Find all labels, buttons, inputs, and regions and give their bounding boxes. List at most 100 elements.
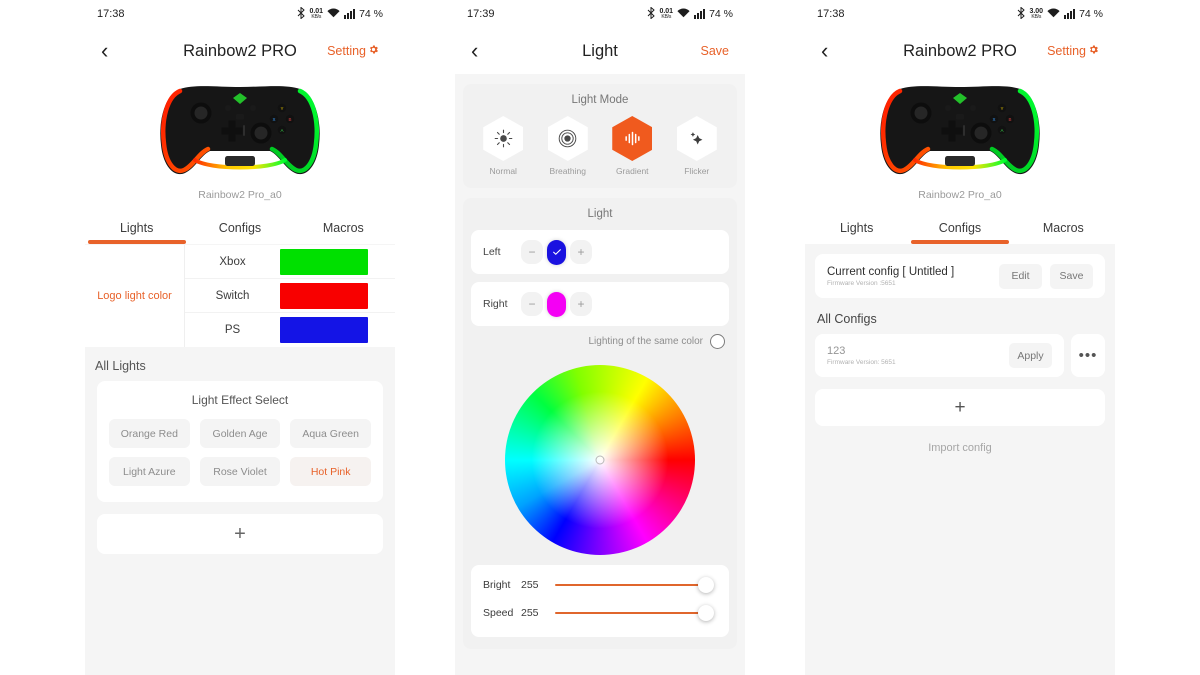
gear-icon (1088, 44, 1099, 58)
tab-lights[interactable]: Lights (85, 211, 188, 244)
mode-normal[interactable]: Normal (476, 116, 530, 176)
mode-breathing[interactable]: Breathing (541, 116, 595, 176)
screenshot-root: 17:38 0.01 KB/s 74 % ‹ Rainbow2 PRO Setti… (0, 0, 1200, 675)
color-swatch-xbox[interactable] (280, 248, 368, 275)
tab-configs[interactable]: Configs (188, 211, 291, 244)
tab-macros[interactable]: Macros (1012, 211, 1115, 244)
sparkles-icon (676, 116, 717, 161)
device-name: Rainbow2 Pro_a0 (198, 189, 282, 201)
setting-button[interactable]: Setting (1047, 44, 1099, 58)
light-mode-group: Light Mode Normal Breathing Gradient Fli… (463, 84, 737, 188)
tab-bar: Lights Configs Macros (85, 211, 395, 244)
channel-right-label: Right (483, 298, 508, 310)
config-firmware: Firmware Version: 5651 (827, 359, 896, 366)
same-color-label: Lighting of the same color (588, 336, 703, 347)
status-icons: 3.00 KB/s 74 % (1017, 5, 1103, 22)
left-minus-button[interactable]: − (521, 240, 543, 264)
color-wheel[interactable] (505, 365, 695, 555)
right-minus-button[interactable]: − (521, 292, 543, 316)
bright-slider-knob[interactable] (698, 577, 714, 593)
nav-bar: ‹ Light Save (455, 28, 745, 74)
color-swatch-switch[interactable] (280, 282, 368, 309)
wifi-icon (1047, 8, 1060, 21)
edit-button[interactable]: Edit (999, 263, 1042, 289)
import-config-link[interactable]: Import config (805, 442, 1115, 454)
mode-flicker-label: Flicker (684, 166, 710, 176)
wifi-icon (327, 8, 340, 21)
bright-slider-track[interactable] (555, 577, 714, 593)
setting-label: Setting (1047, 44, 1086, 58)
bluetooth-icon (647, 5, 656, 22)
right-color-pill[interactable] (547, 291, 566, 317)
svg-text:B: B (288, 117, 291, 122)
effect-chip-orange-red[interactable]: Orange Red (109, 419, 190, 448)
effect-chip-hot-pink[interactable]: Hot Pink (290, 457, 371, 486)
back-button[interactable]: ‹ (101, 40, 108, 62)
setting-label: Setting (327, 44, 366, 58)
list-item[interactable]: 123 Firmware Version: 5651 Apply (815, 334, 1064, 377)
svg-text:B: B (1008, 117, 1011, 122)
signal-icon (694, 9, 706, 19)
speed-value: 255 (521, 607, 539, 619)
speed-slider-knob[interactable] (698, 605, 714, 621)
device-header: Y X B A Rainbow2 Pro_a0 (805, 74, 1115, 211)
add-config-button[interactable]: + (815, 389, 1105, 426)
battery-icon: 74 % (709, 8, 733, 20)
sun-icon (483, 116, 524, 161)
back-button[interactable]: ‹ (821, 40, 828, 62)
bright-label: Bright (483, 579, 511, 591)
bright-value: 255 (521, 579, 539, 591)
add-light-button[interactable]: + (97, 514, 383, 554)
tab-configs-label: Configs (938, 220, 982, 235)
current-config-firmware: Firmware Version :5651 (827, 279, 896, 287)
effect-chip-light-azure[interactable]: Light Azure (109, 457, 190, 486)
effect-chip-rose-violet[interactable]: Rose Violet (199, 457, 281, 486)
left-plus-button[interactable]: + (570, 240, 592, 264)
tab-configs[interactable]: Configs (908, 211, 1011, 244)
setting-button[interactable]: Setting (327, 44, 379, 58)
color-swatch-ps[interactable] (280, 317, 368, 343)
save-button[interactable]: Save (1050, 263, 1093, 289)
mode-gradient[interactable]: Gradient (605, 116, 659, 176)
tab-macros[interactable]: Macros (292, 211, 395, 244)
mode-flicker[interactable]: Flicker (670, 116, 724, 176)
slider-card: Bright 255 Speed 255 (471, 565, 729, 637)
status-bar: 17:38 3.00 KB/s 74 % (805, 0, 1115, 28)
effect-chip-aqua-green[interactable]: Aqua Green (290, 419, 371, 448)
left-color-pill[interactable] (547, 239, 566, 265)
controller-image: Y X B A (805, 80, 1115, 185)
status-bar: 17:38 0.01 KB/s 74 % (85, 0, 395, 28)
speed-label: Speed (483, 607, 514, 619)
more-options-icon[interactable]: ••• (1071, 334, 1105, 377)
speed-slider-track[interactable] (555, 605, 714, 621)
same-color-radio[interactable] (710, 334, 725, 349)
all-configs-title: All Configs (817, 312, 877, 326)
svg-text:A: A (280, 128, 283, 133)
tab-macros-label: Macros (322, 220, 364, 235)
back-button[interactable]: ‹ (471, 40, 478, 62)
color-wheel-wrap (463, 351, 737, 565)
table-row[interactable]: Switch (185, 279, 395, 313)
table-row[interactable]: PS (185, 313, 395, 347)
color-wheel-cursor[interactable] (595, 455, 605, 465)
phone-screen-lights: 17:38 0.01 KB/s 74 % ‹ Rainbow2 PRO Setti… (85, 0, 395, 675)
status-icons: 0.01 KB/s 74 % (297, 5, 383, 22)
right-plus-button[interactable]: + (570, 292, 592, 316)
logo-row-label: PS (224, 324, 241, 336)
svg-text:X: X (992, 117, 995, 122)
svg-text:Y: Y (280, 106, 283, 111)
wifi-icon (677, 8, 690, 21)
logo-light-color-label: Logo light color (85, 245, 185, 347)
table-row[interactable]: Xbox (185, 245, 395, 279)
light-mode-title: Light Mode (571, 94, 629, 106)
logo-light-color-table: Logo light color Xbox Switch PS (85, 245, 395, 347)
circles-icon (547, 116, 588, 161)
mode-normal-label: Normal (489, 166, 517, 176)
waveform-icon (612, 116, 653, 161)
apply-button[interactable]: Apply (1009, 343, 1052, 368)
tab-lights[interactable]: Lights (805, 211, 908, 244)
effect-chip-golden-age[interactable]: Golden Age (199, 419, 281, 448)
tab-lights-label: Lights (119, 220, 154, 235)
save-button[interactable]: Save (701, 44, 730, 58)
bluetooth-icon (1017, 5, 1026, 22)
